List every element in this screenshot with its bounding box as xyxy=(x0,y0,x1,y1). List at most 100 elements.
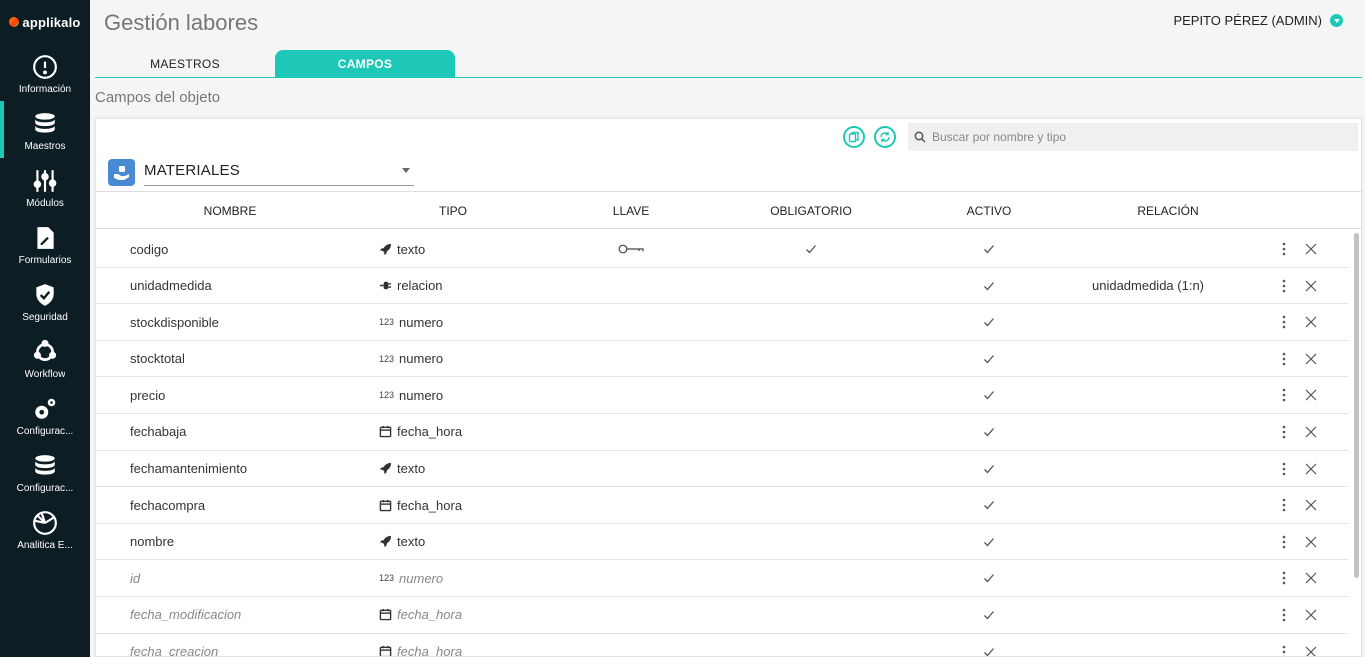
sidebar-item-label: Analitica E... xyxy=(17,540,73,551)
column-header-activo[interactable]: ACTIVO xyxy=(939,192,1039,230)
tab-maestros[interactable]: MAESTROS xyxy=(95,50,275,77)
column-header-tipo[interactable]: TIPO xyxy=(403,192,503,230)
more-vertical-icon xyxy=(1282,498,1286,512)
table-row[interactable]: nombre texto xyxy=(96,524,1348,561)
object-dropdown[interactable]: MATERIALES xyxy=(144,155,414,186)
table-row[interactable]: id 123 numero xyxy=(96,560,1348,597)
search-input[interactable] xyxy=(932,130,1332,144)
table-row[interactable]: fecha_creacion fecha_hora xyxy=(96,634,1348,657)
column-header-obligatorio[interactable]: OBLIGATORIO xyxy=(751,192,871,230)
field-type-label: fecha_hora xyxy=(397,607,463,623)
row-more-button[interactable] xyxy=(1276,377,1292,413)
column-header-llave[interactable]: LLAVE xyxy=(581,192,681,230)
row-delete-button[interactable] xyxy=(1302,487,1320,523)
row-more-button[interactable] xyxy=(1276,487,1292,523)
field-required xyxy=(799,634,823,656)
user-menu[interactable]: PEPITO PÉREZ (ADMIN) xyxy=(1173,13,1343,28)
table-row[interactable]: codigo texto xyxy=(96,231,1348,268)
page-title: Gestión labores xyxy=(104,10,259,35)
table-row[interactable]: stockdisponible 123 numero xyxy=(96,304,1348,341)
check-icon xyxy=(983,280,995,292)
close-icon xyxy=(1305,426,1317,438)
row-more-button[interactable] xyxy=(1276,304,1292,340)
rocket-icon xyxy=(379,462,397,475)
alert-circle-icon xyxy=(33,55,57,79)
field-active xyxy=(977,451,1001,487)
row-more-button[interactable] xyxy=(1276,414,1292,450)
row-delete-button[interactable] xyxy=(1302,304,1320,340)
row-delete-button[interactable] xyxy=(1302,451,1320,487)
column-header-relacion[interactable]: RELACIÓN xyxy=(1118,192,1218,230)
row-more-button[interactable] xyxy=(1276,451,1292,487)
field-type: texto xyxy=(379,231,425,267)
close-icon xyxy=(1305,316,1317,328)
field-name: fechabaja xyxy=(130,424,187,440)
field-active xyxy=(977,487,1001,523)
field-type: texto xyxy=(379,524,425,560)
table-row[interactable]: fecha_modificacion fecha_hora xyxy=(96,597,1348,634)
sidebar-item-workflow[interactable]: Workflow xyxy=(0,329,90,386)
table-row[interactable]: precio 123 numero xyxy=(96,377,1348,414)
row-more-button[interactable] xyxy=(1276,231,1292,267)
row-delete-button[interactable] xyxy=(1302,414,1320,450)
sidebar-item-label: Seguridad xyxy=(22,312,68,323)
close-icon xyxy=(1305,353,1317,365)
logo-mark-icon xyxy=(9,17,20,27)
close-icon xyxy=(1305,389,1317,401)
vertical-scrollbar[interactable] xyxy=(1354,233,1359,578)
sidebar-item-seguridad[interactable]: Seguridad xyxy=(0,272,90,329)
field-key xyxy=(616,634,646,656)
row-delete-button[interactable] xyxy=(1302,231,1320,267)
field-active xyxy=(977,634,1001,656)
row-more-button[interactable] xyxy=(1276,597,1292,633)
table-row[interactable]: fechabaja fecha_hora xyxy=(96,414,1348,451)
sidebar-item-analitica[interactable]: Analitica E... xyxy=(0,500,90,557)
row-delete-button[interactable] xyxy=(1302,634,1320,656)
table-row[interactable]: fechamantenimiento texto xyxy=(96,451,1348,488)
fields-table-body: codigo texto unidadmedida relacion unidadmed… xyxy=(96,231,1348,657)
sync-button[interactable] xyxy=(874,126,896,148)
workflow-icon xyxy=(33,339,57,361)
row-delete-button[interactable] xyxy=(1302,597,1320,633)
field-active xyxy=(977,597,1001,633)
sidebar-item-maestros[interactable]: Maestros xyxy=(0,101,90,158)
field-key xyxy=(616,231,646,267)
field-name: nombre xyxy=(130,534,175,550)
tab-campos[interactable]: CAMPOS xyxy=(275,50,455,77)
column-header-nombre[interactable]: NOMBRE xyxy=(180,192,280,230)
check-icon xyxy=(983,572,995,584)
table-row[interactable]: stocktotal 123 numero xyxy=(96,341,1348,378)
row-more-button[interactable] xyxy=(1276,634,1292,656)
row-delete-button[interactable] xyxy=(1302,377,1320,413)
sidebar-item-configuracion-2[interactable]: Configurac... xyxy=(0,443,90,500)
row-more-button[interactable] xyxy=(1276,268,1292,304)
export-button[interactable] xyxy=(843,126,865,148)
sidebar-item-configuracion-1[interactable]: Configurac... xyxy=(0,386,90,443)
row-delete-button[interactable] xyxy=(1302,268,1320,304)
sync-icon xyxy=(880,132,890,142)
sidebar-item-informacion[interactable]: Información xyxy=(0,44,90,101)
table-header: NOMBRE TIPO LLAVE OBLIGATORIO ACTIVO REL… xyxy=(96,191,1361,230)
field-type: relacion xyxy=(379,268,443,304)
field-relation xyxy=(1066,414,1230,450)
field-name: precio xyxy=(130,387,166,403)
row-delete-button[interactable] xyxy=(1302,560,1320,596)
search-box xyxy=(908,123,1358,151)
section-title: Campos del objeto xyxy=(95,89,221,106)
field-active xyxy=(977,524,1001,560)
field-type-label: texto xyxy=(397,461,426,477)
brand-logo[interactable]: applikalo xyxy=(0,0,90,44)
table-row[interactable]: fechacompra fecha_hora xyxy=(96,487,1348,524)
row-delete-button[interactable] xyxy=(1302,341,1320,377)
row-delete-button[interactable] xyxy=(1302,524,1320,560)
field-key xyxy=(616,414,646,450)
row-more-button[interactable] xyxy=(1276,560,1292,596)
row-more-button[interactable] xyxy=(1276,524,1292,560)
field-name: fecha_creacion xyxy=(130,644,219,657)
row-more-button[interactable] xyxy=(1276,341,1292,377)
sidebar-item-modulos[interactable]: Módulos xyxy=(0,158,90,215)
chevron-down-icon[interactable] xyxy=(1330,14,1343,27)
rocket-icon xyxy=(379,243,397,256)
table-row[interactable]: unidadmedida relacion unidadmedida (1:n) xyxy=(96,268,1348,305)
sidebar-item-formularios[interactable]: Formularios xyxy=(0,215,90,272)
